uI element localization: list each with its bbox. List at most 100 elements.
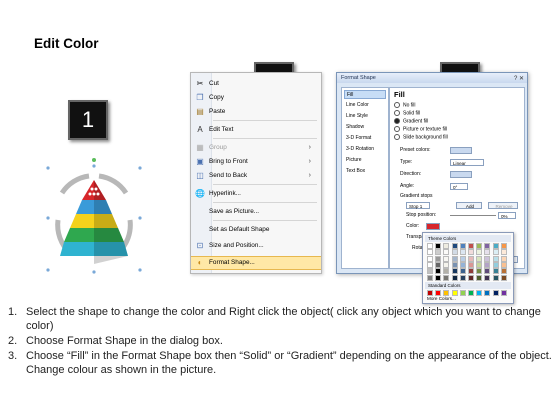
color-swatch[interactable] bbox=[492, 249, 499, 256]
color-swatch[interactable] bbox=[459, 243, 466, 249]
color-swatch[interactable] bbox=[435, 261, 442, 268]
color-swatch[interactable] bbox=[427, 255, 433, 262]
color-dropdown[interactable] bbox=[426, 223, 440, 230]
color-swatch[interactable] bbox=[459, 268, 466, 275]
menu-item-bring-to-front[interactable]: ▣ Bring to Front › bbox=[191, 155, 321, 169]
menu-item-cut[interactable]: ✂ Cut bbox=[191, 77, 321, 91]
color-swatch[interactable] bbox=[427, 274, 433, 281]
color-swatch[interactable] bbox=[500, 261, 507, 268]
color-swatch[interactable] bbox=[435, 268, 442, 275]
stop-position-slider[interactable] bbox=[450, 215, 496, 216]
color-swatch[interactable] bbox=[427, 243, 433, 249]
color-swatch[interactable] bbox=[427, 261, 433, 268]
menu-item-format-shape[interactable]: ◐ Format Shape... bbox=[191, 256, 321, 270]
add-button[interactable]: Add bbox=[456, 202, 482, 209]
color-swatch[interactable] bbox=[451, 261, 458, 268]
color-swatch[interactable] bbox=[468, 243, 474, 249]
standard-color-swatch[interactable] bbox=[459, 290, 466, 296]
color-swatch[interactable] bbox=[459, 274, 466, 281]
standard-color-swatch[interactable] bbox=[443, 290, 450, 296]
menu-item-hyperlink[interactable]: 🌐 Hyperlink... bbox=[191, 187, 321, 201]
color-swatch[interactable] bbox=[476, 255, 483, 262]
color-swatch[interactable] bbox=[468, 261, 474, 268]
color-swatch[interactable] bbox=[468, 274, 474, 281]
color-swatch[interactable] bbox=[484, 255, 491, 262]
color-swatch[interactable] bbox=[492, 261, 499, 268]
category-text-box[interactable]: Text Box bbox=[344, 167, 386, 176]
category-shadow[interactable]: Shadow bbox=[344, 123, 386, 132]
color-swatch[interactable] bbox=[484, 243, 491, 249]
more-colors-link[interactable]: More Colors... bbox=[427, 296, 456, 302]
pyramid-shape[interactable] bbox=[44, 158, 144, 283]
menu-item-paste[interactable]: ▤ Paste bbox=[191, 105, 321, 119]
category-line-style[interactable]: Line Style bbox=[344, 112, 386, 121]
direction-dropdown[interactable] bbox=[450, 171, 472, 178]
color-swatch[interactable] bbox=[443, 274, 450, 281]
color-swatch[interactable] bbox=[476, 243, 483, 249]
stop-dropdown[interactable]: Stop 1 bbox=[406, 202, 430, 209]
color-swatch[interactable] bbox=[451, 249, 458, 256]
option-gradient-fill[interactable]: Gradient fill bbox=[394, 118, 428, 125]
color-swatch[interactable] bbox=[476, 274, 483, 281]
color-swatch[interactable] bbox=[468, 255, 474, 262]
category-3d-rotation[interactable]: 3-D Rotation bbox=[344, 145, 386, 154]
color-swatch[interactable] bbox=[492, 274, 499, 281]
category-picture[interactable]: Picture bbox=[344, 156, 386, 165]
color-swatch[interactable] bbox=[492, 268, 499, 275]
color-swatch[interactable] bbox=[435, 249, 442, 256]
color-swatch[interactable] bbox=[435, 255, 442, 262]
color-swatch[interactable] bbox=[484, 268, 491, 275]
color-swatch[interactable] bbox=[500, 274, 507, 281]
category-line-color[interactable]: Line Color bbox=[344, 101, 386, 110]
category-3d-format[interactable]: 3-D Format bbox=[344, 134, 386, 143]
standard-color-swatch[interactable] bbox=[427, 290, 433, 296]
color-swatch[interactable] bbox=[484, 249, 491, 256]
color-swatch[interactable] bbox=[476, 261, 483, 268]
option-no-fill[interactable]: No fill bbox=[394, 102, 416, 109]
color-swatch[interactable] bbox=[500, 243, 507, 249]
option-slide-background-fill[interactable]: Slide background fill bbox=[394, 134, 448, 141]
stop-position-input[interactable]: 0% bbox=[498, 212, 516, 219]
standard-color-swatch[interactable] bbox=[492, 290, 499, 296]
color-swatch[interactable] bbox=[492, 255, 499, 262]
color-swatch[interactable] bbox=[492, 243, 499, 249]
color-swatch[interactable] bbox=[500, 268, 507, 275]
dialog-window-buttons[interactable]: ? ✕ bbox=[514, 74, 524, 84]
standard-color-swatch[interactable] bbox=[451, 290, 458, 296]
category-fill[interactable]: Fill bbox=[344, 90, 386, 99]
color-swatch[interactable] bbox=[451, 255, 458, 262]
option-solid-fill[interactable]: Solid fill bbox=[394, 110, 420, 117]
color-swatch[interactable] bbox=[476, 268, 483, 275]
color-swatch[interactable] bbox=[451, 243, 458, 249]
remove-button[interactable]: Remove bbox=[488, 202, 518, 209]
angle-input[interactable]: 0° bbox=[450, 183, 468, 190]
option-picture-fill[interactable]: Picture or texture fill bbox=[394, 126, 447, 133]
standard-color-swatch[interactable] bbox=[500, 290, 507, 296]
standard-color-swatch[interactable] bbox=[484, 290, 491, 296]
menu-item-group[interactable]: ▦ Group › bbox=[191, 141, 321, 155]
menu-item-size-position[interactable]: ⊡ Size and Position... bbox=[191, 239, 321, 253]
standard-color-swatch[interactable] bbox=[476, 290, 483, 296]
color-swatch[interactable] bbox=[468, 268, 474, 275]
color-swatch[interactable] bbox=[484, 274, 491, 281]
color-swatch[interactable] bbox=[443, 249, 450, 256]
color-swatch[interactable] bbox=[427, 268, 433, 275]
color-swatch[interactable] bbox=[435, 274, 442, 281]
menu-item-save-as-picture[interactable]: Save as Picture... bbox=[191, 205, 321, 219]
menu-item-set-default-shape[interactable]: Set as Default Shape bbox=[191, 223, 321, 237]
color-swatch[interactable] bbox=[500, 249, 507, 256]
color-swatch[interactable] bbox=[451, 274, 458, 281]
color-swatch[interactable] bbox=[443, 261, 450, 268]
color-swatch[interactable] bbox=[427, 249, 433, 256]
standard-color-swatch[interactable] bbox=[468, 290, 474, 296]
color-swatch[interactable] bbox=[459, 261, 466, 268]
color-swatch[interactable] bbox=[459, 249, 466, 256]
color-swatch[interactable] bbox=[468, 249, 474, 256]
color-swatch[interactable] bbox=[476, 249, 483, 256]
color-swatch[interactable] bbox=[484, 261, 491, 268]
color-swatch[interactable] bbox=[443, 268, 450, 275]
color-swatch[interactable] bbox=[459, 255, 466, 262]
color-swatch[interactable] bbox=[435, 243, 442, 249]
standard-color-swatch[interactable] bbox=[435, 290, 442, 296]
type-dropdown[interactable]: Linear bbox=[450, 159, 484, 166]
